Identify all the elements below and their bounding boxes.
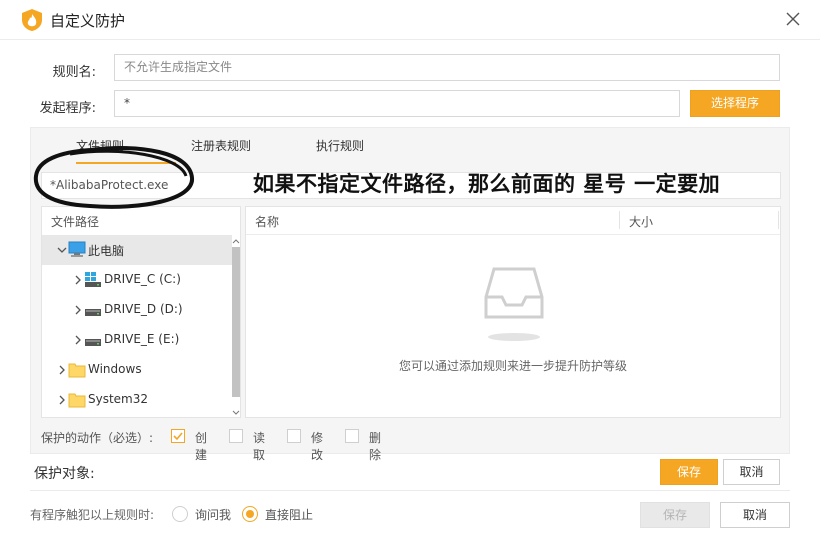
tree-item-label: System32 — [88, 392, 149, 406]
tree-item-windows[interactable]: Windows — [42, 355, 232, 385]
trigger-label: 有程序触犯以上规则时: — [30, 508, 155, 522]
shield-flame-icon — [22, 9, 42, 31]
protect-object-label: 保护对象: — [34, 466, 95, 482]
checkbox-read[interactable] — [229, 429, 243, 443]
computer-icon — [68, 241, 86, 257]
tree-scrollbar[interactable] — [231, 237, 241, 417]
checkbox-modify[interactable] — [287, 429, 301, 443]
radio-ask-me-label: 询问我 — [195, 508, 232, 522]
chevron-down-icon[interactable] — [57, 244, 67, 256]
checkmark-icon — [173, 432, 183, 441]
title-bar: 自定义防护 — [0, 0, 820, 40]
checkbox-create-label: 创建 — [195, 431, 208, 462]
file-list: 名称 大小 您可以通过添加规则来进一步提升防护等级 — [245, 206, 781, 418]
actions-label: 保护的动作（必选）: — [41, 431, 154, 445]
annotation-text: 如果不指定文件路径，那么前面的 星号 一定要加 — [253, 172, 721, 196]
divider — [30, 490, 790, 491]
tree-item-label: Windows — [88, 362, 142, 376]
select-program-button[interactable]: 选择程序 — [690, 90, 780, 117]
folder-icon — [68, 363, 86, 378]
chevron-right-icon[interactable] — [73, 334, 83, 346]
protect-save-button[interactable]: 保存 — [660, 459, 718, 485]
footer-cancel-button[interactable]: 取消 — [720, 502, 790, 528]
file-tree: 文件路径 此电脑 DRIVE_C (C:) DRIVE_D (D:) DRIVE… — [41, 206, 241, 418]
process-input[interactable]: * — [114, 90, 680, 117]
rule-name-input[interactable]: 不允许生成指定文件 — [114, 54, 780, 81]
column-divider — [619, 211, 620, 229]
empty-box-icon — [484, 267, 544, 341]
chevron-right-icon[interactable] — [57, 364, 67, 376]
drive-icon — [85, 309, 101, 316]
column-divider — [778, 211, 779, 229]
checkbox-delete-label: 删除 — [369, 431, 382, 462]
tree-item-label: 此电脑 — [88, 244, 125, 258]
empty-state-text: 您可以通过添加规则来进一步提升防护等级 — [398, 359, 627, 373]
folder-icon — [68, 393, 86, 408]
tree-header: 文件路径 — [51, 215, 100, 229]
checkbox-delete[interactable] — [345, 429, 359, 443]
tree-item-system32[interactable]: System32 — [42, 385, 232, 415]
tree-item-drive-c[interactable]: DRIVE_C (C:) — [42, 265, 232, 295]
checkbox-read-label: 读取 — [253, 431, 266, 462]
chevron-right-icon[interactable] — [57, 394, 67, 406]
footer-save-button[interactable]: 保存 — [640, 502, 710, 528]
tree-item-drive-e[interactable]: DRIVE_E (E:) — [42, 325, 232, 355]
protect-cancel-button[interactable]: 取消 — [723, 459, 780, 485]
tree-item-drive-d[interactable]: DRIVE_D (D:) — [42, 295, 232, 325]
rule-name-label: 规则名: — [52, 65, 96, 80]
column-size[interactable]: 大小 — [629, 213, 653, 230]
tree-item-label: DRIVE_C (C:) — [104, 272, 181, 286]
list-header: 名称 大小 — [246, 207, 780, 235]
tab-registry-rules[interactable]: 注册表规则 — [191, 137, 251, 154]
column-name[interactable]: 名称 — [255, 213, 279, 230]
process-label: 发起程序: — [39, 101, 96, 116]
scribble-annotation — [33, 146, 194, 209]
radio-block-label: 直接阻止 — [265, 508, 314, 522]
drive-icon — [85, 339, 101, 346]
close-icon[interactable] — [783, 9, 803, 29]
tree-item-label: DRIVE_E (E:) — [104, 332, 180, 346]
checkbox-create[interactable] — [171, 429, 185, 443]
radio-block[interactable] — [242, 506, 258, 522]
tree-item-label: DRIVE_D (D:) — [104, 302, 183, 316]
chevron-right-icon[interactable] — [73, 304, 83, 316]
windows-drive-icon — [85, 272, 101, 287]
radio-ask-me[interactable] — [172, 506, 188, 522]
chevron-right-icon[interactable] — [73, 274, 83, 286]
window-title: 自定义防护 — [50, 12, 126, 30]
tree-item-this-pc[interactable]: 此电脑 — [42, 235, 232, 265]
tab-execution-rules[interactable]: 执行规则 — [316, 137, 364, 154]
checkbox-modify-label: 修改 — [311, 431, 324, 462]
